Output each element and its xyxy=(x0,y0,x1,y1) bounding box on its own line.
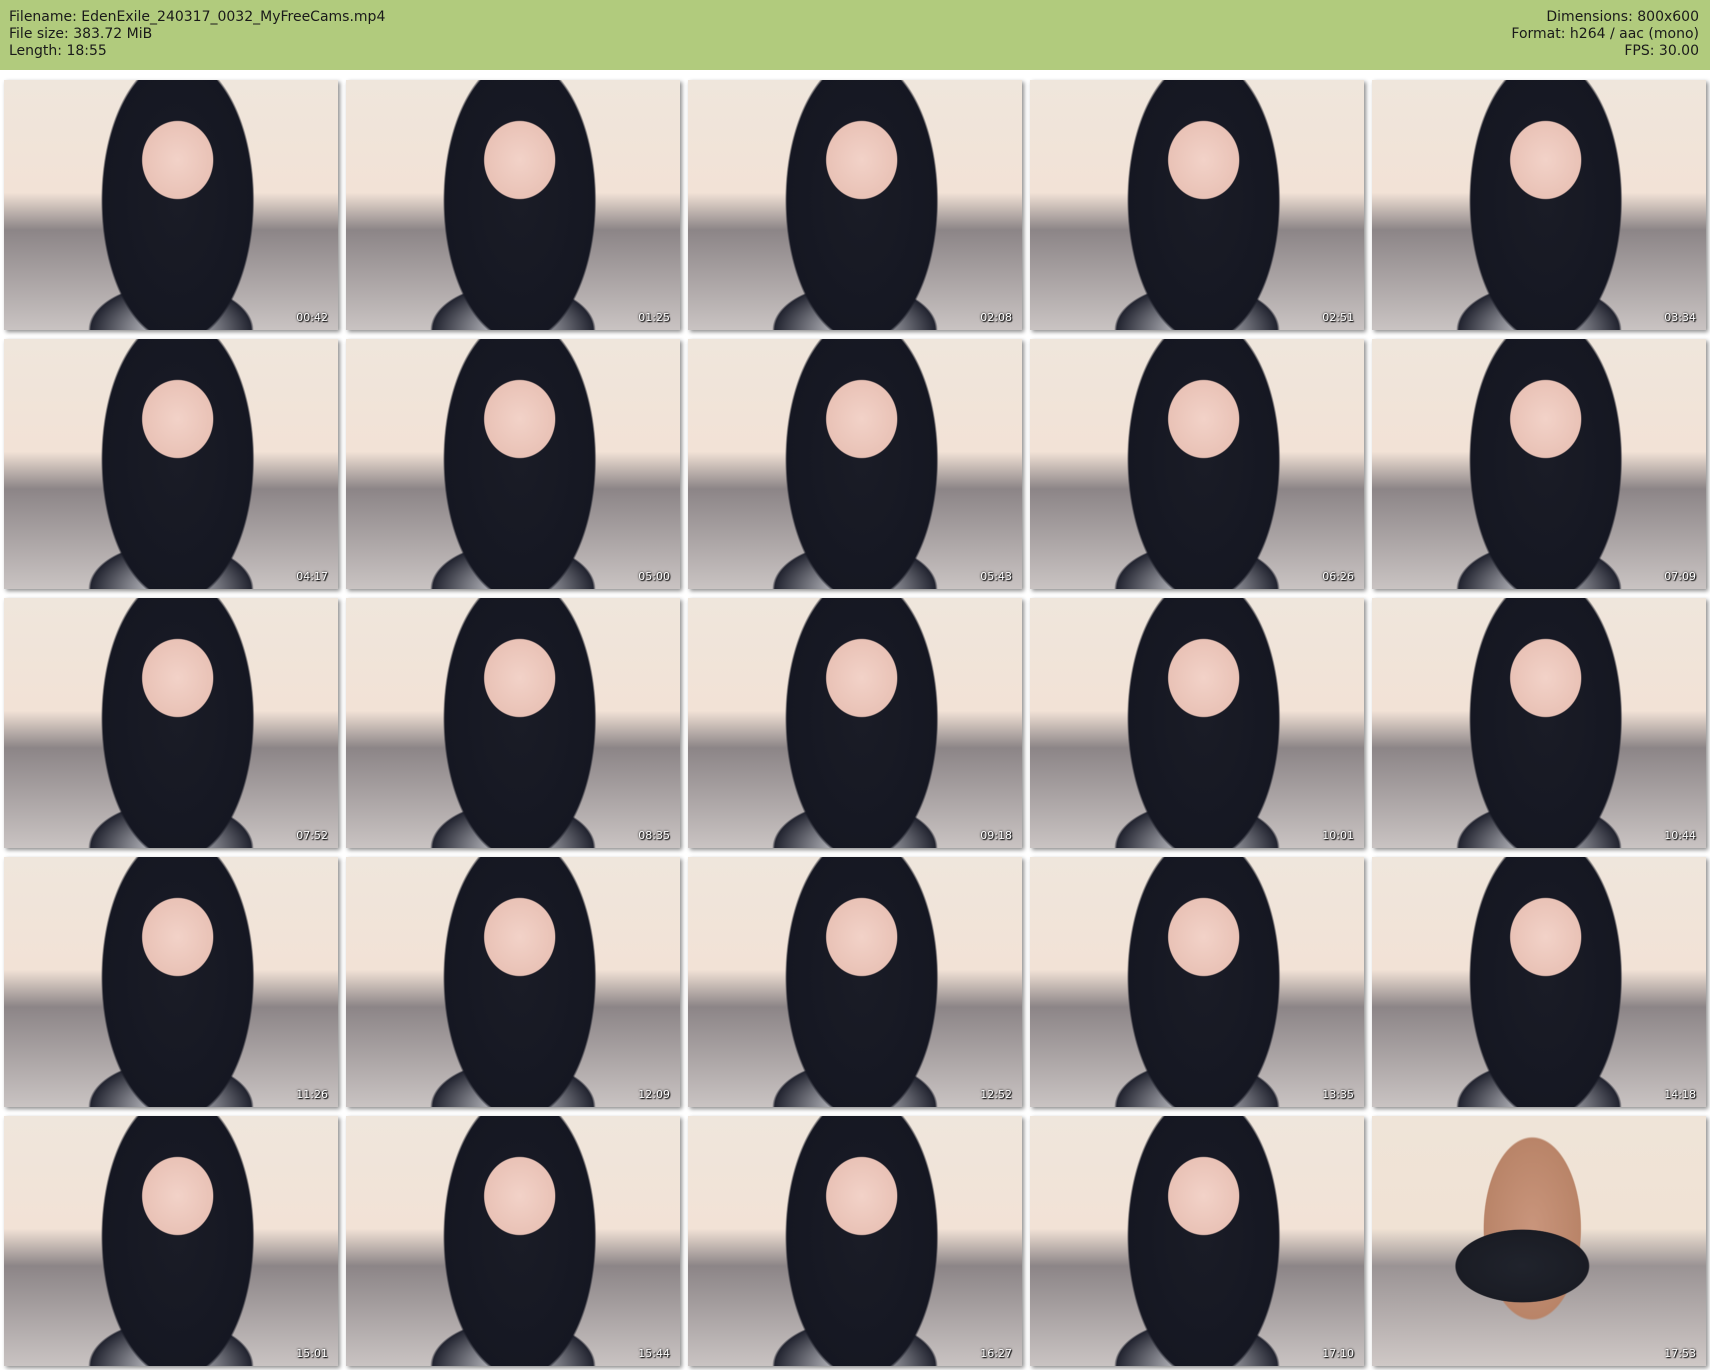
video-thumbnail: 07:52 xyxy=(4,598,338,848)
dimensions: Dimensions: 800x600 xyxy=(1546,9,1699,25)
thumbnail-timestamp: 00:42 xyxy=(296,311,328,324)
video-thumbnail: 13:35 xyxy=(1030,857,1364,1107)
video-thumbnail: 06:26 xyxy=(1030,339,1364,589)
video-thumbnail: 08:35 xyxy=(346,598,680,848)
filename: Filename: EdenExile_240317_0032_MyFreeCa… xyxy=(9,9,386,25)
thumbnail-timestamp: 12:52 xyxy=(980,1088,1012,1101)
video-thumbnail: 12:09 xyxy=(346,857,680,1107)
fps: FPS: 30.00 xyxy=(1624,43,1699,59)
thumbnail-timestamp: 09:18 xyxy=(980,829,1012,842)
video-thumbnail: 14:18 xyxy=(1372,857,1706,1107)
video-thumbnail: 02:51 xyxy=(1030,80,1364,330)
length: Length: 18:55 xyxy=(9,43,107,59)
file-info-right: Dimensions: 800x600 Format: h264 / aac (… xyxy=(1511,9,1699,60)
file-info-left: Filename: EdenExile_240317_0032_MyFreeCa… xyxy=(9,9,385,60)
video-thumbnail: 05:00 xyxy=(346,339,680,589)
thumbnail-timestamp: 08:35 xyxy=(638,829,670,842)
thumbnail-timestamp: 16:27 xyxy=(980,1347,1012,1360)
thumbnail-timestamp: 14:18 xyxy=(1664,1088,1696,1101)
video-thumbnail: 03:34 xyxy=(1372,80,1706,330)
thumbnail-timestamp: 11:26 xyxy=(296,1088,328,1101)
thumbnail-timestamp: 15:44 xyxy=(638,1347,670,1360)
thumbnail-timestamp: 17:53 xyxy=(1664,1347,1696,1360)
video-thumbnail: 15:44 xyxy=(346,1116,680,1366)
thumbnail-timestamp: 07:09 xyxy=(1664,570,1696,583)
thumbnail-grid: 00:42 01:25 02:08 02:51 03:34 04:17 05:00 05:43… xyxy=(4,80,1706,1366)
thumbnail-timestamp: 02:08 xyxy=(980,311,1012,324)
video-thumbnail: 02:08 xyxy=(688,80,1022,330)
video-thumbnail: 05:43 xyxy=(688,339,1022,589)
thumbnail-timestamp: 13:35 xyxy=(1322,1088,1354,1101)
video-thumbnail: 01:25 xyxy=(346,80,680,330)
video-thumbnail: 09:18 xyxy=(688,598,1022,848)
info-header: Filename: EdenExile_240317_0032_MyFreeCa… xyxy=(0,0,1710,70)
thumbnail-timestamp: 06:26 xyxy=(1322,570,1354,583)
video-thumbnail: 07:09 xyxy=(1372,339,1706,589)
thumbnail-timestamp: 01:25 xyxy=(638,311,670,324)
thumbnail-timestamp: 05:00 xyxy=(638,570,670,583)
thumbnail-timestamp: 12:09 xyxy=(638,1088,670,1101)
video-thumbnail: 12:52 xyxy=(688,857,1022,1107)
video-thumbnail: 11:26 xyxy=(4,857,338,1107)
file-size: File size: 383.72 MiB xyxy=(9,26,153,42)
video-thumbnail: 17:10 xyxy=(1030,1116,1364,1366)
thumbnail-timestamp: 04:17 xyxy=(296,570,328,583)
video-thumbnail: 10:01 xyxy=(1030,598,1364,848)
video-thumbnail: 00:42 xyxy=(4,80,338,330)
thumbnail-timestamp: 17:10 xyxy=(1322,1347,1354,1360)
thumbnail-timestamp: 10:01 xyxy=(1322,829,1354,842)
thumbnail-timestamp: 10:44 xyxy=(1664,829,1696,842)
thumbnail-timestamp: 02:51 xyxy=(1322,311,1354,324)
video-thumbnail: 10:44 xyxy=(1372,598,1706,848)
video-thumbnail: 15:01 xyxy=(4,1116,338,1366)
thumbnail-timestamp: 07:52 xyxy=(296,829,328,842)
video-thumbnail: 04:17 xyxy=(4,339,338,589)
video-thumbnail: 17:53 xyxy=(1372,1116,1706,1366)
thumbnail-timestamp: 03:34 xyxy=(1664,311,1696,324)
format: Format: h264 / aac (mono) xyxy=(1511,26,1699,42)
video-thumbnail: 16:27 xyxy=(688,1116,1022,1366)
thumbnail-timestamp: 05:43 xyxy=(980,570,1012,583)
thumbnail-timestamp: 15:01 xyxy=(296,1347,328,1360)
